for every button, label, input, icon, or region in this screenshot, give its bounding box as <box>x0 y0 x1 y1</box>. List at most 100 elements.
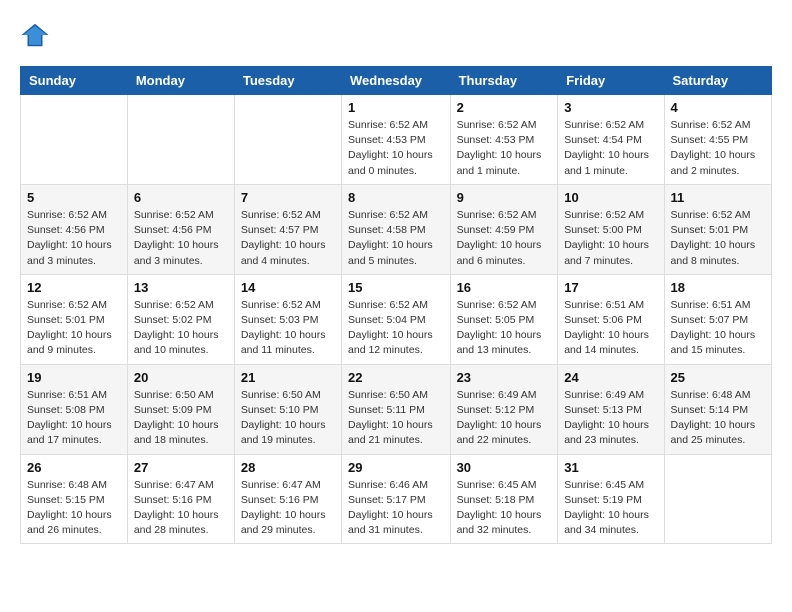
day-of-week-header: Saturday <box>664 67 771 95</box>
day-number: 20 <box>134 370 228 385</box>
day-number: 14 <box>241 280 335 295</box>
calendar-day-cell: 26 Sunrise: 6:48 AM Sunset: 5:15 PM Dayli… <box>21 454 128 544</box>
calendar-day-cell <box>664 454 771 544</box>
calendar-day-cell: 11 Sunrise: 6:52 AM Sunset: 5:01 PM Dayli… <box>664 184 771 274</box>
day-info: Sunrise: 6:52 AM Sunset: 5:04 PM Dayligh… <box>348 298 444 359</box>
calendar-day-cell: 25 Sunrise: 6:48 AM Sunset: 5:14 PM Dayli… <box>664 364 771 454</box>
day-info: Sunrise: 6:52 AM Sunset: 4:53 PM Dayligh… <box>348 118 444 179</box>
day-info: Sunrise: 6:49 AM Sunset: 5:13 PM Dayligh… <box>564 388 657 449</box>
day-info: Sunrise: 6:52 AM Sunset: 5:01 PM Dayligh… <box>671 208 765 269</box>
page-header <box>20 20 772 50</box>
day-number: 10 <box>564 190 657 205</box>
day-of-week-header: Friday <box>558 67 664 95</box>
calendar-day-cell: 23 Sunrise: 6:49 AM Sunset: 5:12 PM Dayli… <box>450 364 558 454</box>
logo <box>20 20 54 50</box>
day-number: 22 <box>348 370 444 385</box>
calendar-day-cell: 18 Sunrise: 6:51 AM Sunset: 5:07 PM Dayli… <box>664 274 771 364</box>
day-info: Sunrise: 6:51 AM Sunset: 5:06 PM Dayligh… <box>564 298 657 359</box>
day-number: 18 <box>671 280 765 295</box>
day-info: Sunrise: 6:45 AM Sunset: 5:19 PM Dayligh… <box>564 478 657 539</box>
day-number: 3 <box>564 100 657 115</box>
day-info: Sunrise: 6:51 AM Sunset: 5:08 PM Dayligh… <box>27 388 121 449</box>
day-info: Sunrise: 6:52 AM Sunset: 4:59 PM Dayligh… <box>457 208 552 269</box>
day-number: 23 <box>457 370 552 385</box>
day-info: Sunrise: 6:50 AM Sunset: 5:11 PM Dayligh… <box>348 388 444 449</box>
day-number: 2 <box>457 100 552 115</box>
logo-icon <box>20 20 50 50</box>
day-number: 27 <box>134 460 228 475</box>
day-of-week-header: Monday <box>127 67 234 95</box>
calendar-day-cell: 17 Sunrise: 6:51 AM Sunset: 5:06 PM Dayli… <box>558 274 664 364</box>
day-info: Sunrise: 6:50 AM Sunset: 5:10 PM Dayligh… <box>241 388 335 449</box>
day-of-week-header: Wednesday <box>342 67 451 95</box>
calendar-day-cell: 3Sunrise: 6:52 AM Sunset: 4:54 PM Daylig… <box>558 95 664 185</box>
day-number: 9 <box>457 190 552 205</box>
day-number: 30 <box>457 460 552 475</box>
calendar-header-row: SundayMondayTuesdayWednesdayThursdayFrid… <box>21 67 772 95</box>
day-info: Sunrise: 6:47 AM Sunset: 5:16 PM Dayligh… <box>241 478 335 539</box>
day-of-week-header: Tuesday <box>234 67 341 95</box>
calendar-day-cell <box>127 95 234 185</box>
day-number: 31 <box>564 460 657 475</box>
day-number: 7 <box>241 190 335 205</box>
day-number: 5 <box>27 190 121 205</box>
day-info: Sunrise: 6:52 AM Sunset: 4:56 PM Dayligh… <box>134 208 228 269</box>
calendar-day-cell: 16 Sunrise: 6:52 AM Sunset: 5:05 PM Dayli… <box>450 274 558 364</box>
calendar-week-row: 19Sunrise: 6:51 AM Sunset: 5:08 PM Dayli… <box>21 364 772 454</box>
day-number: 11 <box>671 190 765 205</box>
calendar-week-row: 12 Sunrise: 6:52 AM Sunset: 5:01 PM Dayli… <box>21 274 772 364</box>
calendar-day-cell: 8 Sunrise: 6:52 AM Sunset: 4:58 PM Daylig… <box>342 184 451 274</box>
calendar-day-cell <box>234 95 341 185</box>
day-of-week-header: Sunday <box>21 67 128 95</box>
calendar-day-cell: 29Sunrise: 6:46 AM Sunset: 5:17 PM Dayli… <box>342 454 451 544</box>
calendar-week-row: 1 Sunrise: 6:52 AM Sunset: 4:53 PM Daylig… <box>21 95 772 185</box>
calendar-week-row: 26 Sunrise: 6:48 AM Sunset: 5:15 PM Dayli… <box>21 454 772 544</box>
day-info: Sunrise: 6:52 AM Sunset: 4:56 PM Dayligh… <box>27 208 121 269</box>
day-info: Sunrise: 6:52 AM Sunset: 4:58 PM Dayligh… <box>348 208 444 269</box>
day-info: Sunrise: 6:49 AM Sunset: 5:12 PM Dayligh… <box>457 388 552 449</box>
day-of-week-header: Thursday <box>450 67 558 95</box>
day-info: Sunrise: 6:52 AM Sunset: 5:01 PM Dayligh… <box>27 298 121 359</box>
day-info: Sunrise: 6:48 AM Sunset: 5:15 PM Dayligh… <box>27 478 121 539</box>
day-info: Sunrise: 6:52 AM Sunset: 5:00 PM Dayligh… <box>564 208 657 269</box>
day-number: 12 <box>27 280 121 295</box>
calendar-day-cell: 1 Sunrise: 6:52 AM Sunset: 4:53 PM Daylig… <box>342 95 451 185</box>
day-number: 24 <box>564 370 657 385</box>
day-number: 8 <box>348 190 444 205</box>
calendar-day-cell: 24 Sunrise: 6:49 AM Sunset: 5:13 PM Dayli… <box>558 364 664 454</box>
day-info: Sunrise: 6:45 AM Sunset: 5:18 PM Dayligh… <box>457 478 552 539</box>
day-info: Sunrise: 6:51 AM Sunset: 5:07 PM Dayligh… <box>671 298 765 359</box>
calendar-day-cell: 7 Sunrise: 6:52 AM Sunset: 4:57 PM Daylig… <box>234 184 341 274</box>
day-number: 17 <box>564 280 657 295</box>
day-info: Sunrise: 6:52 AM Sunset: 4:55 PM Dayligh… <box>671 118 765 179</box>
day-number: 4 <box>671 100 765 115</box>
calendar-day-cell: 30 Sunrise: 6:45 AM Sunset: 5:18 PM Dayli… <box>450 454 558 544</box>
day-info: Sunrise: 6:52 AM Sunset: 4:57 PM Dayligh… <box>241 208 335 269</box>
calendar-day-cell: 15Sunrise: 6:52 AM Sunset: 5:04 PM Dayli… <box>342 274 451 364</box>
calendar-day-cell: 9 Sunrise: 6:52 AM Sunset: 4:59 PM Daylig… <box>450 184 558 274</box>
day-number: 16 <box>457 280 552 295</box>
day-info: Sunrise: 6:52 AM Sunset: 5:02 PM Dayligh… <box>134 298 228 359</box>
day-info: Sunrise: 6:52 AM Sunset: 5:03 PM Dayligh… <box>241 298 335 359</box>
day-number: 26 <box>27 460 121 475</box>
day-info: Sunrise: 6:48 AM Sunset: 5:14 PM Dayligh… <box>671 388 765 449</box>
calendar-week-row: 5 Sunrise: 6:52 AM Sunset: 4:56 PM Daylig… <box>21 184 772 274</box>
day-number: 25 <box>671 370 765 385</box>
calendar-day-cell: 20 Sunrise: 6:50 AM Sunset: 5:09 PM Dayli… <box>127 364 234 454</box>
day-number: 1 <box>348 100 444 115</box>
day-number: 28 <box>241 460 335 475</box>
calendar-day-cell: 21 Sunrise: 6:50 AM Sunset: 5:10 PM Dayli… <box>234 364 341 454</box>
day-info: Sunrise: 6:47 AM Sunset: 5:16 PM Dayligh… <box>134 478 228 539</box>
day-number: 29 <box>348 460 444 475</box>
day-number: 21 <box>241 370 335 385</box>
calendar-day-cell: 12 Sunrise: 6:52 AM Sunset: 5:01 PM Dayli… <box>21 274 128 364</box>
calendar-day-cell: 22 Sunrise: 6:50 AM Sunset: 5:11 PM Dayli… <box>342 364 451 454</box>
day-info: Sunrise: 6:52 AM Sunset: 5:05 PM Dayligh… <box>457 298 552 359</box>
calendar-day-cell: 27 Sunrise: 6:47 AM Sunset: 5:16 PM Dayli… <box>127 454 234 544</box>
calendar-table: SundayMondayTuesdayWednesdayThursdayFrid… <box>20 66 772 544</box>
calendar-day-cell: 31 Sunrise: 6:45 AM Sunset: 5:19 PM Dayli… <box>558 454 664 544</box>
calendar-day-cell: 14 Sunrise: 6:52 AM Sunset: 5:03 PM Dayli… <box>234 274 341 364</box>
day-info: Sunrise: 6:50 AM Sunset: 5:09 PM Dayligh… <box>134 388 228 449</box>
day-number: 13 <box>134 280 228 295</box>
day-info: Sunrise: 6:52 AM Sunset: 4:53 PM Dayligh… <box>457 118 552 179</box>
